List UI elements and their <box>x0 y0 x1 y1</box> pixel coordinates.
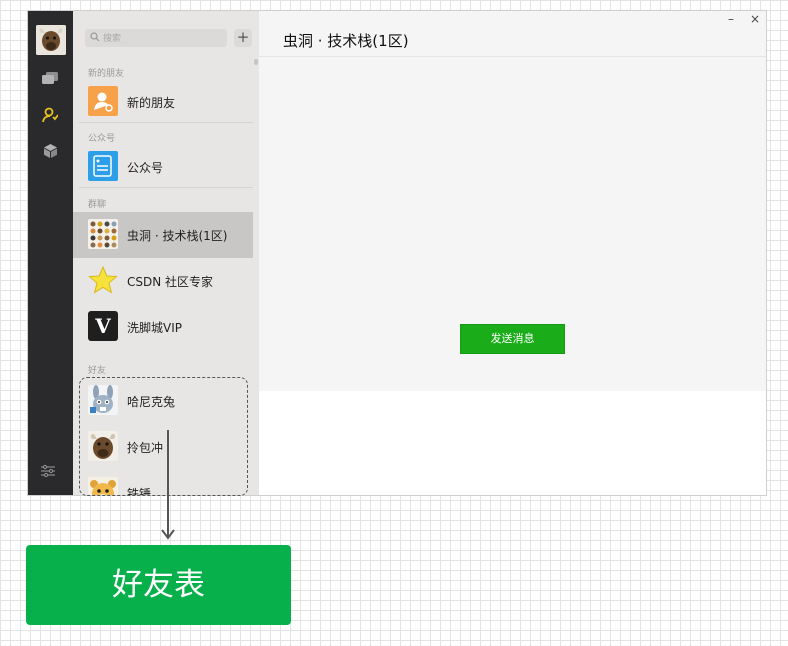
chat-icon[interactable] <box>40 69 60 89</box>
section-new-friends: 新的朋友 <box>88 69 125 79</box>
page-title: 虫洞 · 技术栈(1区) <box>283 32 409 50</box>
item-label: 新的朋友 <box>127 96 176 110</box>
friends-table-label: 好友表 <box>26 545 291 625</box>
add-button[interactable]: + <box>234 29 252 47</box>
item-label: 公众号 <box>127 161 164 175</box>
item-label: 洗脚城VIP <box>127 321 182 335</box>
close-icon[interactable]: × <box>750 12 760 26</box>
list-item-official[interactable]: 公众号 <box>73 144 253 190</box>
box-icon[interactable] <box>40 141 60 161</box>
settings-icon[interactable] <box>40 463 60 483</box>
vip-logo-letter: V <box>95 314 111 338</box>
item-label: CSDN 社区专家 <box>127 275 214 289</box>
star-icon <box>88 265 118 295</box>
divider <box>259 56 766 57</box>
list-item-group-1[interactable]: 虫洞 · 技术栈(1区) <box>73 212 253 258</box>
divider <box>79 122 253 123</box>
section-groups: 群聊 <box>88 200 107 210</box>
item-label: 虫洞 · 技术栈(1区) <box>127 229 228 243</box>
contacts-icon[interactable] <box>40 105 60 125</box>
search-placeholder: 搜索 <box>103 34 122 44</box>
send-message-button[interactable]: 发送消息 <box>460 324 565 354</box>
chat-panel: 虫洞 · 技术栈(1区) 发送消息 – × <box>259 11 766 495</box>
user-avatar[interactable] <box>36 25 66 55</box>
official-account-icon <box>88 151 118 181</box>
vip-logo-icon: V <box>88 311 118 341</box>
section-friends: 好友 <box>88 366 107 376</box>
divider <box>79 187 253 188</box>
scrollbar[interactable] <box>254 59 258 65</box>
group-avatar-grid-icon <box>88 219 118 249</box>
search-input[interactable]: 搜索 <box>85 29 227 47</box>
section-official: 公众号 <box>88 134 116 144</box>
nav-rail <box>28 11 73 495</box>
list-item-group-2[interactable]: CSDN 社区专家 <box>73 258 253 304</box>
list-item-new-friends[interactable]: 新的朋友 <box>73 79 253 125</box>
list-item-group-3[interactable]: V 洗脚城VIP <box>73 304 253 350</box>
minimize-icon[interactable]: – <box>728 12 734 26</box>
new-friend-icon <box>88 86 118 116</box>
search-icon <box>90 32 100 42</box>
chat-info-area: 虫洞 · 技术栈(1区) 发送消息 <box>259 11 766 391</box>
annotation-arrow <box>161 430 175 540</box>
